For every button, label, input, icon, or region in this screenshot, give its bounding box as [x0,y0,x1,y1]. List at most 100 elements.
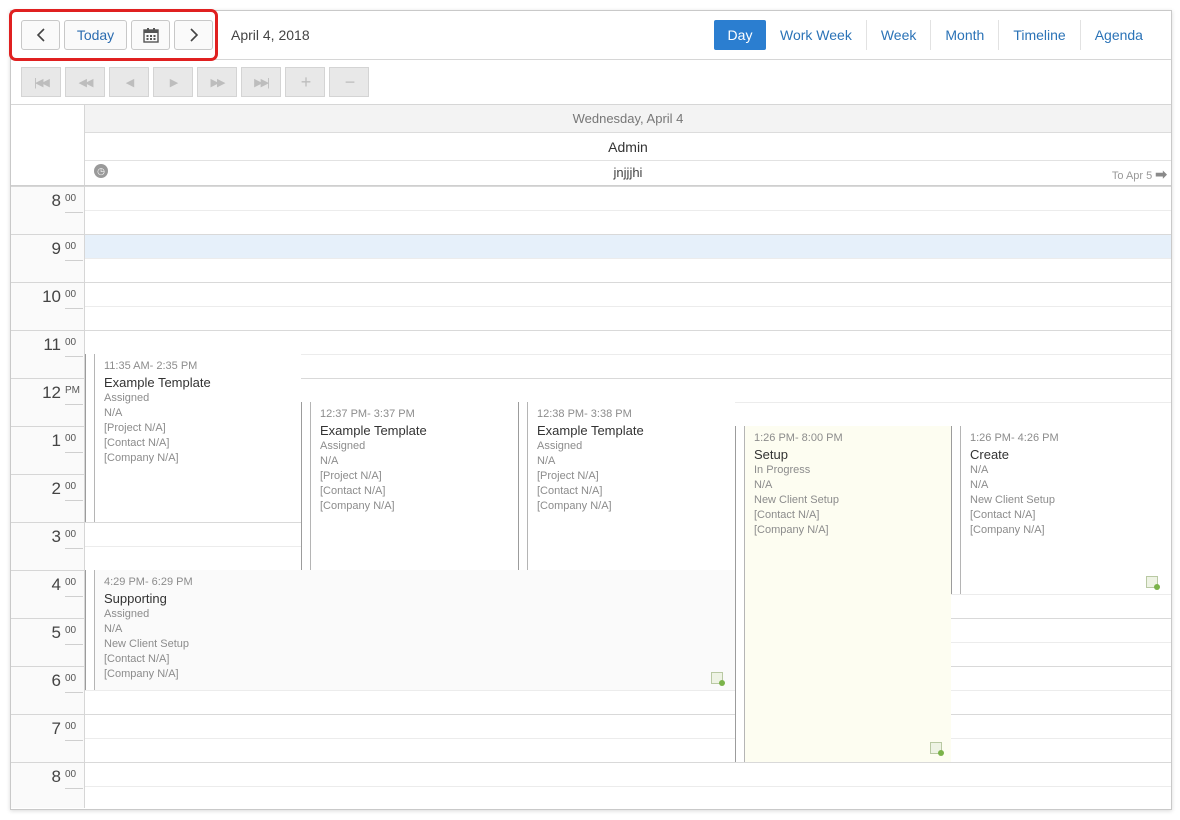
hour-label: 2 00 [11,474,85,522]
time-slot[interactable] [85,258,1171,282]
view-work-week[interactable]: Work Week [766,20,867,50]
event-card[interactable]: 1:26 PM- 8:00 PM Setup In Progress N/A New C… [735,426,951,762]
event-detail: Assigned [537,440,583,452]
view-day[interactable]: Day [714,20,766,50]
top-toolbar: Today April 4, 2018 Day Work Week Week M… [11,11,1171,60]
hour-label: 1 00 [11,426,85,474]
view-month[interactable]: Month [931,20,1000,50]
current-date: April 4, 2018 [231,27,310,43]
event-resize-bar[interactable] [952,426,961,594]
event-content: 11:35 AM- 2:35 PM Example Template Assigne… [104,359,297,466]
event-title: Example Template [537,423,644,438]
resource-name: Admin [85,133,1171,161]
event-time: 1:26 PM- 8:00 PM [754,432,843,444]
time-slot[interactable] [85,282,1171,306]
zoom-in-button[interactable]: + [285,67,325,97]
event-resize-bar[interactable] [302,402,311,570]
first-button[interactable]: |◀◀ [21,67,61,97]
event-content: 4:29 PM- 6:29 PM Supporting Assigned N/A New… [104,575,731,682]
event-card[interactable]: 1:26 PM- 4:26 PM Create N/A N/A New Client S… [951,426,1171,594]
step-forward-button[interactable]: ▶ [153,67,193,97]
event-detail: Assigned [104,392,150,404]
all-day-event[interactable]: ◷ jnjjjhi To Apr 5 ➡ [85,161,1171,185]
last-icon: ▶▶| [254,76,270,89]
event-card[interactable]: 4:29 PM- 6:29 PM Supporting Assigned N/A New… [85,570,735,690]
time-slot[interactable] [85,714,1171,738]
time-slot[interactable] [85,330,1171,354]
event-detail: N/A [537,455,556,467]
hour-minutes: 00 [65,193,83,213]
zoom-in-icon: + [300,71,311,92]
event-card[interactable]: 12:38 PM- 3:38 PM Example Template Assigne… [518,402,735,570]
hour-minutes: 00 [65,289,83,309]
event-detail: [Contact N/A] [970,509,1036,521]
event-detail: [Contact N/A] [320,485,386,497]
event-detail: New Client Setup [754,494,839,506]
prev-button[interactable] [21,20,60,50]
arrow-right-icon: ➡ [1155,166,1167,182]
event-card[interactable]: 11:35 AM- 2:35 PM Example Template Assigne… [85,354,301,522]
event-resize-bar[interactable] [86,570,95,690]
hour-number: 3 [51,527,61,546]
to-next-day-label: To Apr 5 [1111,170,1153,182]
event-resize-bar[interactable] [86,354,95,522]
fast-forward-button[interactable]: ▶▶ [197,67,237,97]
note-icon[interactable] [711,672,725,686]
time-slot[interactable] [85,234,1171,258]
event-detail: [Contact N/A] [754,509,820,521]
time-slot[interactable] [85,186,1171,210]
hour-label: 11 00 [11,330,85,378]
step-forward-icon: ▶ [169,76,179,89]
event-detail: New Client Setup [104,638,189,650]
time-slot[interactable] [85,210,1171,234]
time-slot[interactable] [85,306,1171,330]
hour-minutes: 00 [65,721,83,741]
last-button[interactable]: ▶▶| [241,67,281,97]
event-detail: New Client Setup [970,494,1055,506]
event-detail: [Company N/A] [320,500,395,512]
rewind-icon: ◀◀ [78,76,94,89]
hour-number: 8 [51,767,61,786]
rewind-button[interactable]: ◀◀ [65,67,105,97]
chevron-left-icon [36,28,45,42]
event-content: 1:26 PM- 4:26 PM Create N/A N/A New Client S… [970,431,1167,538]
step-back-button[interactable]: ◀ [109,67,149,97]
event-resize-bar[interactable] [519,402,528,570]
note-icon[interactable] [1146,576,1160,590]
navigation-toolbar: |◀◀ ◀◀ ◀ ▶ ▶▶ ▶▶| + − [11,60,1171,105]
event-detail: [Project N/A] [320,470,382,482]
time-slot[interactable] [85,786,1171,810]
to-next-day-link[interactable]: To Apr 5 ➡ [1112,166,1167,183]
time-slot[interactable] [85,738,1171,762]
event-card[interactable]: 12:37 PM- 3:37 PM Example Template Assigne… [301,402,518,570]
view-timeline[interactable]: Timeline [999,20,1081,50]
time-slot[interactable] [85,690,1171,714]
next-button[interactable] [174,20,213,50]
event-detail: Assigned [320,440,366,452]
event-title: Example Template [104,375,211,390]
event-title: Example Template [320,423,427,438]
event-detail: Assigned [104,608,150,620]
hour-minutes: 00 [65,769,83,789]
hour-label: 8 00 [11,186,85,234]
calendar-button[interactable] [131,20,170,50]
view-agenda[interactable]: Agenda [1081,20,1157,50]
event-resize-bar[interactable] [736,426,745,762]
day-header: Wednesday, April 4 Admin ◷ jnjjjhi To Ap… [11,105,1171,186]
event-time: 4:29 PM- 6:29 PM [104,576,193,588]
hour-label: 12 PM [11,378,85,426]
view-week[interactable]: Week [867,20,932,50]
header-gutter [11,105,85,185]
hour-number: 5 [51,623,61,642]
today-button[interactable]: Today [64,20,127,50]
hour-number: 8 [51,191,61,210]
note-icon[interactable] [930,742,944,756]
scheduler: Today April 4, 2018 Day Work Week Week M… [10,10,1172,810]
event-title: Supporting [104,591,167,606]
time-slot[interactable] [85,762,1171,786]
event-detail: [Contact N/A] [104,653,170,665]
all-day-event-title: jnjjjhi [613,165,643,180]
zoom-out-button[interactable]: − [329,67,369,97]
event-detail: N/A [104,623,123,635]
event-content: 12:37 PM- 3:37 PM Example Template Assigne… [320,407,514,514]
